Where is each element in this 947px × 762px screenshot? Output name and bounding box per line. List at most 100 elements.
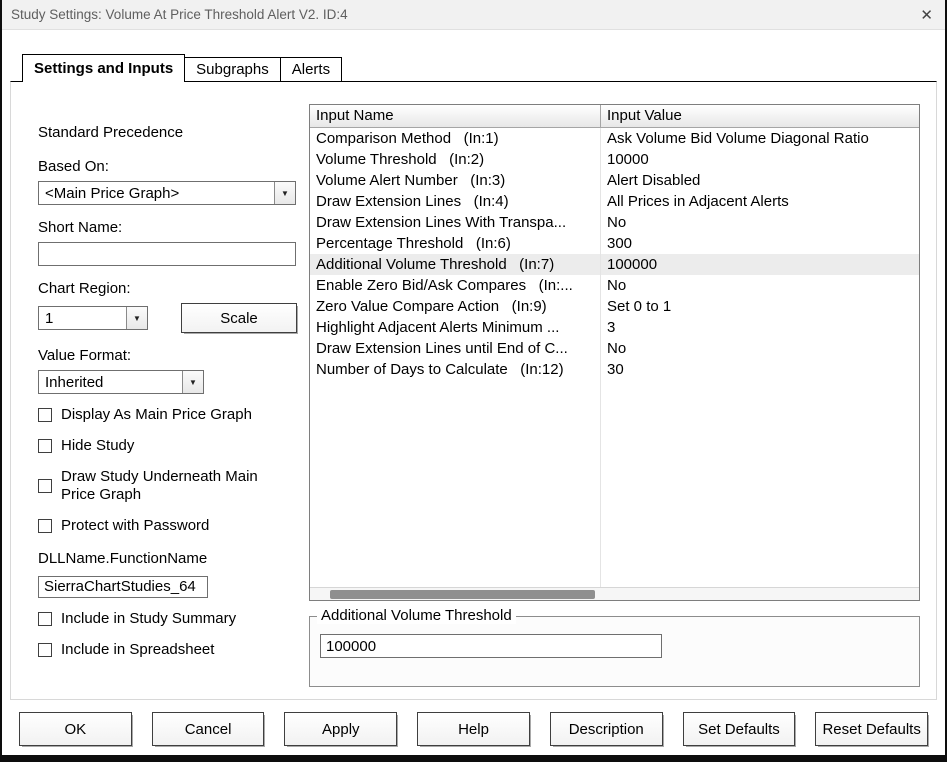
input-value-cell: No: [607, 340, 627, 357]
input-name-cell: Volume Threshold (In:2): [310, 149, 601, 170]
checkbox[interactable]: [38, 519, 52, 534]
tab-alerts[interactable]: Alerts: [279, 57, 343, 82]
input-value-cell: [601, 380, 919, 401]
set-defaults-button[interactable]: Set Defaults: [682, 712, 796, 746]
table-row[interactable]: Comparison Method (In:1) Ask Volume Bid …: [310, 128, 919, 149]
tab-subgraphs[interactable]: Subgraphs: [184, 57, 281, 82]
ok-button[interactable]: OK: [19, 712, 132, 746]
description-button[interactable]: Description: [549, 712, 663, 746]
table-row-empty: [310, 506, 919, 527]
input-value-cell: Ask Volume Bid Volume Diagonal Ratio: [607, 130, 869, 147]
short-name-input[interactable]: [38, 242, 296, 266]
input-name-cell: Comparison Method (In:1): [310, 128, 601, 149]
input-value-cell: [601, 527, 919, 548]
table-row[interactable]: Draw Extension Lines (In:4) All Prices i…: [310, 191, 919, 212]
checkbox[interactable]: [38, 612, 52, 627]
checkbox[interactable]: [38, 479, 52, 494]
table-row[interactable]: Draw Extension Lines With Transpa... No: [310, 212, 919, 233]
based-on-dropdown[interactable]: <Main Price Graph> ▼: [38, 181, 296, 205]
chart-region-row: 1 ▼ Scale: [38, 303, 306, 333]
table-row[interactable]: Additional Volume Threshold (In:7) 10000…: [310, 254, 919, 275]
input-name-cell: Enable Zero Bid/Ask Compares (In:...: [310, 275, 601, 296]
chevron-down-icon[interactable]: ▼: [274, 182, 295, 204]
input-value-cell: Alert Disabled: [607, 172, 701, 189]
display-checkbox-group: Display As Main Price Graph Hide Study D…: [38, 406, 306, 536]
table-row-empty: [310, 443, 919, 464]
selected-input-value-field[interactable]: [320, 634, 662, 658]
table-row[interactable]: Percentage Threshold (In:6) 300: [310, 233, 919, 254]
table-row[interactable]: Volume Alert Number (In:3) Alert Disable…: [310, 170, 919, 191]
checkbox-draw-study-underneath-main-price-graph[interactable]: Draw Study Underneath Main Price Graph: [38, 468, 306, 506]
input-name-cell: Draw Extension Lines until End of C...: [310, 338, 601, 359]
input-value-cell: 3: [607, 319, 616, 336]
window-title: Study Settings: Volume At Price Threshol…: [11, 7, 348, 22]
input-name-cell: [310, 422, 601, 443]
table-row-empty: [310, 527, 919, 548]
dll-name-label: DLLName.FunctionName: [38, 549, 208, 567]
input-value-cell: [601, 506, 919, 527]
checkbox-hide-study[interactable]: Hide Study: [38, 437, 306, 456]
checkbox-display-as-main-price-graph[interactable]: Display As Main Price Graph: [38, 406, 306, 425]
input-value-cell: 100000: [607, 256, 658, 273]
apply-button[interactable]: Apply: [284, 712, 398, 746]
input-name-cell: Additional Volume Threshold (In:7): [310, 254, 601, 275]
table-row[interactable]: Number of Days to Calculate (In:12) 30: [310, 359, 919, 380]
input-name-cell: Highlight Adjacent Alerts Minimum ...: [310, 317, 601, 338]
close-icon[interactable]: ✕: [920, 6, 933, 24]
reset-defaults-button[interactable]: Reset Defaults: [815, 712, 929, 746]
input-value-cell: [601, 485, 919, 506]
based-on-label: Based On:: [38, 158, 109, 175]
tab-label: Settings and Inputs: [34, 60, 174, 77]
chevron-down-icon[interactable]: ▼: [182, 371, 203, 393]
horizontal-scrollbar-thumb[interactable]: [330, 590, 595, 599]
input-name-cell: [310, 401, 601, 422]
checkbox-label: Include in Study Summary: [61, 609, 237, 627]
table-row[interactable]: Draw Extension Lines until End of C... N…: [310, 338, 919, 359]
checkbox-label: Draw Study Underneath Main Price Graph: [61, 467, 258, 504]
value-format-dropdown[interactable]: Inherited ▼: [38, 370, 204, 394]
table-row[interactable]: Volume Threshold (In:2) 10000: [310, 149, 919, 170]
checkbox-protect-with-password[interactable]: Protect with Password: [38, 517, 306, 536]
right-inputs-column: Input Name Input Value Comparison Method…: [306, 82, 936, 699]
input-name-cell: [310, 380, 601, 401]
title-bar: Study Settings: Volume At Price Threshol…: [2, 0, 945, 30]
precedence-label: Standard Precedence: [38, 124, 184, 141]
table-row-empty: [310, 548, 919, 569]
checkbox[interactable]: [38, 408, 52, 423]
help-button[interactable]: Help: [417, 712, 530, 746]
selected-input-groupbox: Additional Volume Threshold: [309, 607, 920, 687]
input-value-cell: [601, 464, 919, 485]
table-row[interactable]: Enable Zero Bid/Ask Compares (In:... No: [310, 275, 919, 296]
value-format-label: Value Format:: [38, 347, 132, 364]
input-name-cell: [310, 548, 601, 569]
checkbox-include-in-study-summary[interactable]: Include in Study Summary: [38, 610, 306, 629]
tab-settings-and-inputs[interactable]: Settings and Inputs: [22, 54, 186, 82]
horizontal-scrollbar[interactable]: [310, 587, 919, 600]
checkbox-label: Protect with Password: [61, 517, 210, 534]
chevron-down-icon[interactable]: ▼: [126, 307, 147, 329]
table-row[interactable]: Zero Value Compare Action (In:9) Set 0 t…: [310, 296, 919, 317]
checkbox[interactable]: [38, 439, 52, 454]
table-row-empty: [310, 569, 919, 587]
scale-button[interactable]: Scale: [181, 303, 297, 333]
inputs-table-body: Comparison Method (In:1) Ask Volume Bid …: [310, 128, 919, 587]
study-settings-dialog: Study Settings: Volume At Price Threshol…: [2, 0, 945, 755]
tab-strip: Settings and Inputs Subgraphs Alerts: [22, 54, 343, 82]
chart-region-dropdown[interactable]: 1 ▼: [38, 306, 148, 330]
input-value-cell: Set 0 to 1: [607, 298, 672, 315]
table-row-empty: [310, 485, 919, 506]
column-header-input-name: Input Name: [310, 105, 601, 127]
table-row[interactable]: Highlight Adjacent Alerts Minimum ... 3: [310, 317, 919, 338]
chart-region-value: 1: [45, 309, 54, 327]
input-name-cell: Volume Alert Number (In:3): [310, 170, 601, 191]
include-checkbox-group: Include in Study Summary Include in Spre…: [38, 610, 306, 660]
checkbox[interactable]: [38, 642, 52, 657]
cancel-button[interactable]: Cancel: [151, 712, 265, 746]
checkbox-label: Include in Spreadsheet: [61, 640, 215, 658]
dll-name-input[interactable]: [38, 575, 208, 598]
settings-panel: Standard Precedence Based On: <Main Pric…: [10, 81, 937, 700]
checkbox-include-in-spreadsheet[interactable]: Include in Spreadsheet: [38, 641, 306, 660]
input-name-cell: Number of Days to Calculate (In:12): [310, 359, 601, 380]
inputs-table-header: Input Name Input Value: [310, 105, 919, 128]
left-settings-column: Standard Precedence Based On: <Main Pric…: [11, 82, 306, 699]
